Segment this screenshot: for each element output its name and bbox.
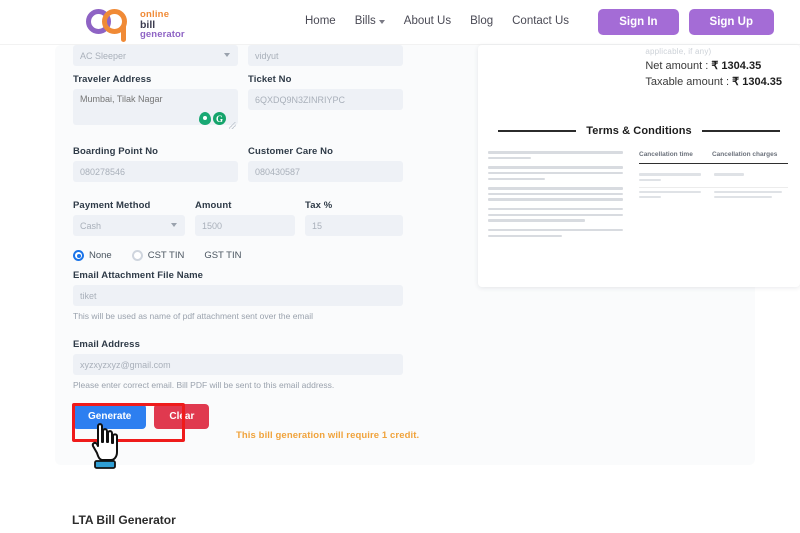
radio-label: GST TIN — [204, 250, 242, 261]
divider-right — [701, 130, 780, 132]
amount-label: Amount — [195, 200, 232, 211]
table-row — [639, 170, 788, 188]
preview-faint-line: applicable, if any) — [645, 47, 712, 56]
nav-item-bills[interactable]: Bills — [355, 15, 385, 27]
app-page: online bill generator Home Bills About U… — [0, 0, 800, 533]
chevron-down-icon — [378, 20, 385, 24]
taxable-amount-value: ₹ 1304.35 — [732, 76, 782, 88]
ticket-no-label: Ticket No — [248, 74, 292, 85]
tin-radio-group: None CST TIN GST TIN — [73, 250, 413, 261]
ticket-no-input[interactable] — [248, 89, 403, 110]
amount-input[interactable] — [195, 215, 295, 236]
tax-input[interactable] — [305, 215, 403, 236]
lta-bill-generator-title: LTA Bill Generator — [72, 513, 176, 527]
bill-generator-card: Traveler Address G Ticket No — [55, 45, 800, 465]
mouse-cursor-hand-icon — [90, 422, 124, 470]
sign-up-button[interactable]: Sign Up — [688, 9, 774, 35]
attachment-name-input[interactable] — [73, 285, 403, 306]
email-address-input[interactable] — [73, 354, 403, 375]
payment-method-select[interactable] — [73, 215, 185, 236]
attachment-hint: This will be used as name of pdf attachm… — [73, 311, 314, 321]
terms-paragraph — [488, 187, 623, 201]
nav-label: Bills — [354, 15, 376, 27]
radio-indicator-selected — [73, 250, 84, 261]
net-amount-row: Net amount : ₹ 1304.35 — [645, 59, 782, 72]
clear-button[interactable]: Clear — [154, 404, 210, 429]
tax-label: Tax % — [305, 200, 333, 211]
boarding-point-label: Boarding Point No — [73, 146, 159, 157]
radio-none[interactable]: None — [73, 250, 112, 261]
payment-method-label: Payment Method — [73, 200, 151, 211]
customer-care-label: Customer Care No — [248, 146, 334, 157]
terms-paragraph — [488, 166, 623, 181]
chevron-down-icon — [171, 223, 177, 227]
auth-buttons: Sign In Sign Up — [598, 9, 774, 35]
textarea-resize-handle[interactable] — [229, 122, 236, 129]
bus-type-select-wrap — [73, 45, 238, 66]
operator-input[interactable] — [248, 45, 403, 66]
nav-item-contact-us[interactable]: Contact Us — [512, 15, 569, 27]
logo-wordmark: online bill generator — [140, 6, 185, 40]
terms-paragraph — [488, 228, 623, 237]
main-navigation: Home Bills About Us Blog Contact Us — [305, 15, 569, 27]
bill-form: Traveler Address G Ticket No — [73, 45, 413, 429]
nav-label: Contact Us — [512, 15, 570, 27]
site-logo[interactable]: online bill generator — [86, 6, 185, 42]
nav-item-blog[interactable]: Blog — [470, 15, 493, 27]
taxable-amount-row: Taxable amount : ₹ 1304.35 — [645, 75, 782, 88]
preview-amounts: applicable, if any) Net amount : ₹ 1304.… — [645, 47, 782, 88]
credit-notice: This bill generation will require 1 cred… — [236, 430, 420, 441]
radio-gst-tin[interactable]: GST TIN — [204, 250, 241, 261]
net-amount-label: Net amount : — [645, 60, 712, 72]
terms-conditions-heading: Terms & Conditions — [478, 125, 800, 137]
payment-method-select-wrap — [73, 215, 185, 236]
nav-label: Home — [305, 15, 336, 27]
radio-cst-tin[interactable]: CST TIN — [131, 250, 185, 261]
radio-indicator — [131, 250, 143, 261]
terms-paragraph — [488, 151, 623, 160]
column-header-charges: Cancellation charges — [711, 151, 778, 158]
og-logo-icon — [86, 6, 138, 42]
terms-paragraphs — [478, 145, 633, 244]
nav-label: Blog — [470, 15, 494, 27]
traveler-address-label: Traveler Address — [73, 74, 152, 85]
email-address-label: Email Address — [73, 339, 140, 350]
grammarly-icon[interactable]: G — [213, 112, 226, 125]
sign-in-button[interactable]: Sign In — [598, 9, 679, 35]
radio-label: CST TIN — [147, 250, 185, 261]
traveler-address-wrap: G — [73, 89, 238, 130]
divider-left — [498, 130, 577, 132]
nav-item-about-us[interactable]: About Us — [404, 15, 451, 27]
cancellation-table: Cancellation time Cancellation charges — [633, 145, 800, 244]
bus-type-select[interactable] — [73, 45, 238, 66]
attachment-name-label: Email Attachment File Name — [73, 270, 204, 281]
site-header: online bill generator Home Bills About U… — [0, 0, 800, 45]
net-amount-value: ₹ 1304.35 — [711, 60, 762, 72]
terms-body: Cancellation time Cancellation charges — [478, 145, 800, 244]
chevron-down-icon — [224, 53, 230, 57]
column-header-time: Cancellation time — [639, 151, 693, 158]
taxable-amount-label: Taxable amount : — [645, 76, 733, 88]
nav-item-home[interactable]: Home — [305, 15, 336, 27]
customer-care-input[interactable] — [248, 161, 403, 182]
table-rule — [639, 163, 788, 165]
form-actions: Generate Clear — [73, 404, 413, 429]
boarding-point-input[interactable] — [73, 161, 238, 182]
email-hint: Please enter correct email. Bill PDF wil… — [73, 380, 335, 390]
table-header-row: Cancellation time Cancellation charges — [639, 151, 788, 158]
table-row — [639, 188, 788, 204]
bill-preview-panel: applicable, if any) Net amount : ₹ 1304.… — [478, 45, 800, 287]
terms-title: Terms & Conditions — [586, 125, 692, 137]
grammarly-icons[interactable]: G — [199, 112, 226, 125]
location-pin-icon — [199, 112, 211, 125]
radio-label: None — [89, 250, 112, 261]
logo-line-3: generator — [140, 29, 185, 41]
terms-paragraph — [488, 207, 623, 222]
nav-label: About Us — [403, 15, 452, 27]
